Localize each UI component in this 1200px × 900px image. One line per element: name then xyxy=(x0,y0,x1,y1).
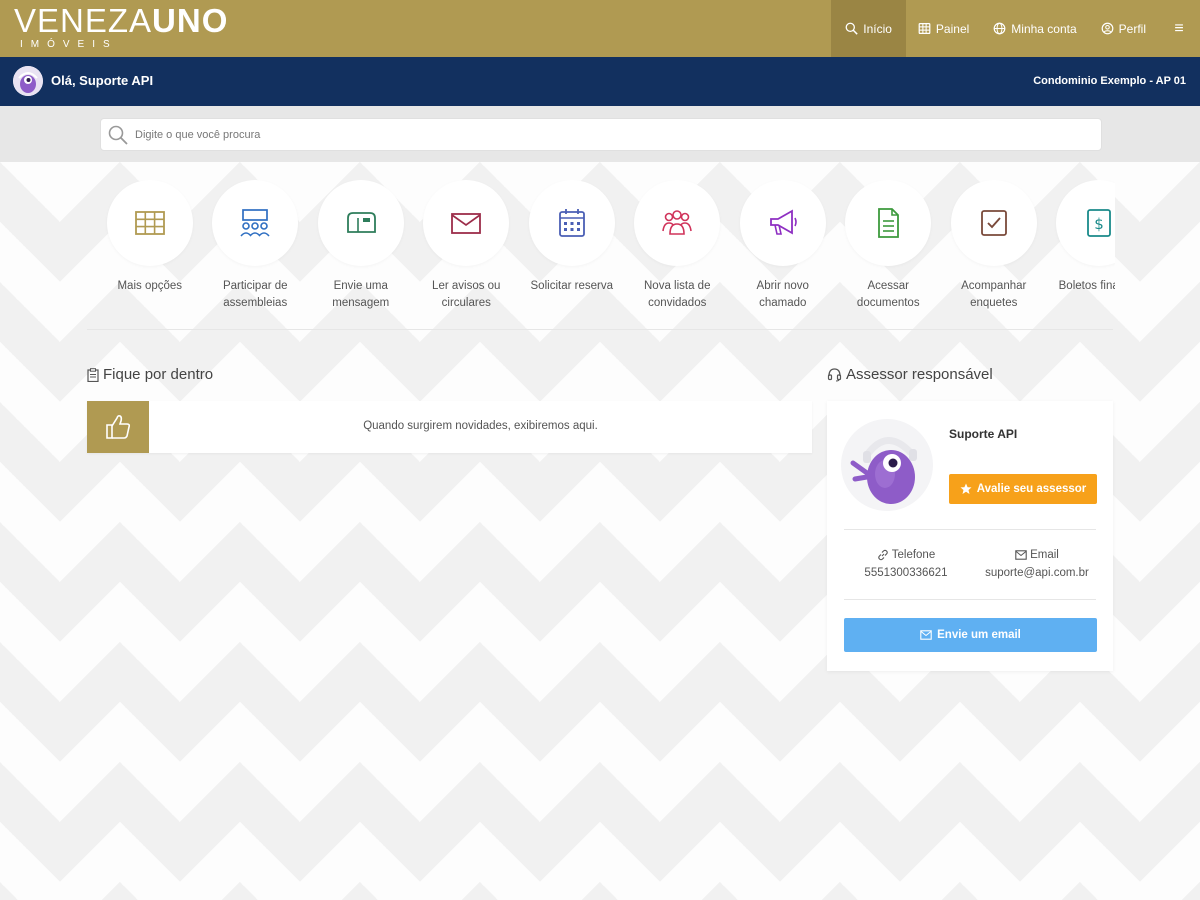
group-icon xyxy=(662,210,693,235)
news-card: Quando surgirem novidades, exibiremos aq… xyxy=(87,401,812,453)
email-value[interactable]: suporte@api.com.br xyxy=(972,564,1102,582)
shortcut-circle xyxy=(845,180,932,266)
mailbox-icon xyxy=(346,212,376,233)
brand-logo[interactable]: VENEZAUNO IMÓVEIS xyxy=(14,3,228,51)
shortcut-circle xyxy=(950,180,1037,266)
user-circle-icon xyxy=(1101,22,1114,35)
mascot-icon xyxy=(841,419,933,511)
condominium-unit[interactable]: Condominio Exemplo - AP 01 xyxy=(1033,75,1186,87)
rate-advisor-button[interactable]: Avalie seu assessor xyxy=(949,474,1097,504)
shortcut-label: Abrir novo chamado xyxy=(756,280,809,309)
clipboard-icon xyxy=(87,367,99,382)
shortcut-label: Ler avisos ou circulares xyxy=(432,280,501,309)
nav-item-painel[interactable]: Painel xyxy=(906,0,981,57)
search-icon xyxy=(845,22,858,35)
advisor-avatar xyxy=(841,419,933,511)
grid-table-icon xyxy=(134,211,165,235)
advisor-phone: Telefone 5551300336621 xyxy=(851,546,961,582)
nav-item-perfil[interactable]: Perfil xyxy=(1089,0,1158,57)
shortcut-list: Mais opções Participar de assembleias En… xyxy=(97,180,1115,316)
search-band xyxy=(0,106,1200,162)
link-icon xyxy=(877,549,888,561)
send-email-button[interactable]: Envie um email xyxy=(844,618,1097,652)
globe-icon xyxy=(993,22,1006,35)
main-nav: Início Painel Minha conta Perfil ≡ xyxy=(831,0,1200,57)
phone-label: Telefone xyxy=(891,549,936,561)
advisor-email: Email suporte@api.com.br xyxy=(972,546,1102,582)
grid-icon xyxy=(918,23,931,34)
shortcut-participar-assembleias[interactable]: Participar de assembleias xyxy=(203,180,309,316)
envelope-icon xyxy=(451,213,482,234)
shortcut-circle: $ xyxy=(1056,180,1115,266)
shortcut-boletos-financeiros[interactable]: $ Boletos financei xyxy=(1047,180,1115,316)
news-section-title: Fique por dentro xyxy=(87,366,213,383)
shortcut-circle xyxy=(739,180,826,266)
nav-item-inicio[interactable]: Início xyxy=(831,0,906,57)
mascot-avatar-icon xyxy=(13,66,43,96)
star-icon xyxy=(960,483,972,494)
shortcut-label: Mais opções xyxy=(117,280,183,292)
shortcut-envie-mensagem[interactable]: Envie uma mensagem xyxy=(308,180,414,316)
assembly-icon xyxy=(240,209,270,237)
user-bar: Olá, Suporte API Condominio Exemplo - AP… xyxy=(0,57,1200,106)
calendar-icon xyxy=(558,209,585,237)
news-thumb xyxy=(87,401,149,453)
send-email-label: Envie um email xyxy=(937,629,1021,641)
envelope-icon xyxy=(1015,550,1027,560)
search-icon xyxy=(108,125,128,145)
shortcut-circle xyxy=(212,180,299,266)
megaphone-icon xyxy=(769,209,797,235)
shortcut-abrir-chamado[interactable]: Abrir novo chamado xyxy=(730,180,836,316)
shortcut-label: Participar de assembleias xyxy=(222,280,288,309)
search-box xyxy=(100,118,1102,151)
shortcut-label: Solicitar reserva xyxy=(530,280,613,292)
hamburger-menu-button[interactable]: ≡ xyxy=(1158,0,1200,57)
shortcut-acompanhar-enquetes[interactable]: Acompanhar enquetes xyxy=(941,180,1047,316)
shortcut-mais-opcoes[interactable]: Mais opções xyxy=(97,180,203,316)
shortcut-label: Envie uma mensagem xyxy=(332,280,390,309)
shortcut-circle xyxy=(106,180,193,266)
shortcut-label: Nova lista de convidados xyxy=(644,280,711,309)
shortcut-label: Boletos financei xyxy=(1058,280,1115,292)
nav-label: Minha conta xyxy=(1011,21,1077,36)
nav-item-minha-conta[interactable]: Minha conta xyxy=(981,0,1088,57)
hamburger-icon: ≡ xyxy=(1174,19,1184,37)
shortcut-circle xyxy=(423,180,510,266)
shortcut-lista-convidados[interactable]: Nova lista de convidados xyxy=(625,180,731,316)
user-greeting: Olá, Suporte API xyxy=(51,73,154,88)
shortcut-circle xyxy=(317,180,404,266)
nav-label: Perfil xyxy=(1118,21,1146,36)
email-label: Email xyxy=(1030,549,1059,561)
user-avatar[interactable] xyxy=(13,66,43,96)
shortcut-ler-avisos[interactable]: Ler avisos ou circulares xyxy=(414,180,520,316)
shortcut-circle xyxy=(634,180,721,266)
advisor-divider xyxy=(844,599,1096,600)
thumbs-up-icon xyxy=(106,414,131,439)
shortcut-label: Acessar documentos xyxy=(856,280,920,309)
news-empty-message: Quando surgirem novidades, exibiremos aq… xyxy=(363,420,598,432)
document-icon xyxy=(878,208,900,238)
svg-text:$: $ xyxy=(1094,215,1104,233)
search-input[interactable] xyxy=(135,119,1085,150)
dollar-icon: $ xyxy=(1087,209,1112,237)
envelope-icon xyxy=(920,630,932,640)
news-title: Fique por dentro xyxy=(103,366,214,383)
shortcut-solicitar-reserva[interactable]: Solicitar reserva xyxy=(519,180,625,316)
shortcut-acessar-documentos[interactable]: Acessar documentos xyxy=(836,180,942,316)
advisor-name: Suporte API xyxy=(949,427,1018,441)
rate-advisor-label: Avalie seu assessor xyxy=(976,483,1087,495)
phone-value[interactable]: 5551300336621 xyxy=(851,564,961,582)
checkbox-icon xyxy=(980,210,1007,236)
headset-icon xyxy=(827,368,842,382)
advisor-divider xyxy=(844,529,1096,530)
advisor-title: Assessor responsável xyxy=(846,366,993,383)
advisor-section-title: Assessor responsável xyxy=(827,366,993,383)
section-divider xyxy=(87,329,1113,330)
shortcut-label: Acompanhar enquetes xyxy=(961,280,1027,309)
top-navigation-bar: VENEZAUNO IMÓVEIS Início Painel Minha co… xyxy=(0,0,1200,57)
nav-label: Painel xyxy=(935,21,970,36)
nav-label: Início xyxy=(863,21,892,36)
shortcut-circle xyxy=(528,180,615,266)
advisor-card: Suporte API Avalie seu assessor Telefone… xyxy=(827,401,1113,671)
